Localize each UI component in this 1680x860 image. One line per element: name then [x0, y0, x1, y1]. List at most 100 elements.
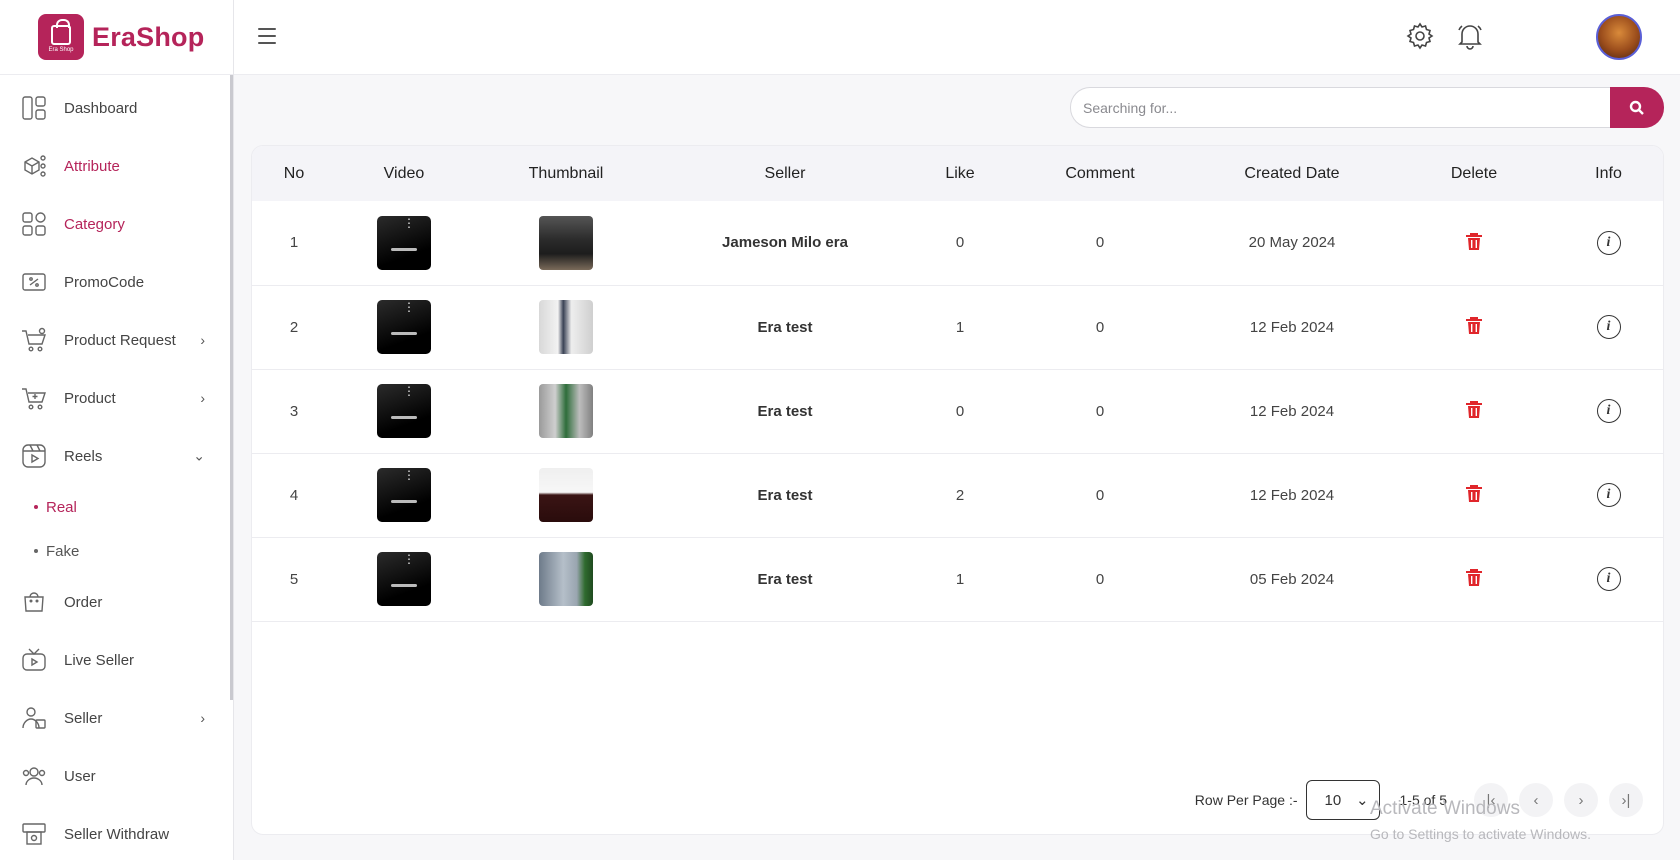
- col-header-delete: Delete: [1450, 164, 1498, 182]
- info-icon[interactable]: i: [1596, 483, 1621, 507]
- cell-created-date: 12 Feb 2024: [1249, 486, 1335, 504]
- sidebar-item-label: Seller Withdraw: [64, 825, 170, 843]
- hamburger-menu-icon[interactable]: [258, 28, 276, 44]
- sidebar-item-reels[interactable]: Reels ⌄: [0, 427, 233, 485]
- kebab-icon: ⋮: [403, 215, 415, 230]
- cell-seller: Jameson Milo era: [722, 234, 848, 252]
- sidebar-item-attribute[interactable]: Attribute: [0, 137, 233, 195]
- sidebar-subitem-real[interactable]: Real: [0, 485, 233, 529]
- thumbnail-image: [539, 552, 593, 606]
- video-preview[interactable]: ⋮: [377, 468, 431, 522]
- avatar[interactable]: [1596, 14, 1642, 60]
- cell-seller: Era test: [757, 486, 813, 504]
- kebab-icon: ⋮: [403, 384, 415, 398]
- sidebar-item-label: Product: [64, 389, 116, 407]
- cell-like: 1: [955, 318, 965, 336]
- col-header-no: No: [283, 164, 305, 182]
- trash-icon[interactable]: [1464, 401, 1484, 423]
- video-progress-bar: [391, 332, 417, 335]
- cell-comment: 0: [1095, 570, 1105, 588]
- cell-no: 1: [289, 234, 299, 252]
- watermark-subtitle: Go to Settings to activate Windows.: [1370, 826, 1591, 842]
- search-button[interactable]: [1610, 87, 1664, 128]
- search-input[interactable]: [1070, 87, 1610, 128]
- reels-icon: [20, 442, 48, 470]
- sidebar-subitem-label: Real: [46, 498, 77, 516]
- last-page-icon: ›|: [1621, 791, 1631, 809]
- cell-created-date: 05 Feb 2024: [1249, 570, 1335, 588]
- bell-icon[interactable]: [1456, 22, 1486, 52]
- cell-comment: 0: [1095, 318, 1105, 336]
- trash-icon[interactable]: [1464, 569, 1484, 591]
- cell-like: 2: [955, 486, 965, 504]
- table-row: 5 ⋮ Era test 1 0 05 Feb 2024 i: [252, 537, 1663, 621]
- chevron-right-icon: ›: [200, 710, 205, 726]
- gear-icon[interactable]: [1406, 22, 1436, 52]
- col-header-created-date: Created Date: [1244, 164, 1340, 182]
- sidebar: Era Shop EraShop Dashboard Attribute Cat…: [0, 0, 234, 860]
- info-icon[interactable]: i: [1596, 567, 1621, 591]
- col-header-thumbnail: Thumbnail: [528, 164, 604, 182]
- brand-logo[interactable]: Era Shop EraShop: [0, 0, 233, 75]
- sidebar-item-product[interactable]: Product ›: [0, 369, 233, 427]
- cell-comment: 0: [1095, 402, 1105, 420]
- brand-name: EraShop: [92, 21, 205, 52]
- table-header-row: No Video Thumbnail Seller Like Comment C…: [252, 146, 1663, 201]
- bullet-dot: [34, 549, 38, 553]
- col-header-like: Like: [945, 164, 975, 182]
- sidebar-item-promocode[interactable]: PromoCode: [0, 253, 233, 311]
- trash-icon[interactable]: [1464, 485, 1484, 507]
- shop-bag-icon: Era Shop: [38, 14, 84, 60]
- sidebar-item-seller[interactable]: Seller ›: [0, 689, 233, 747]
- trash-icon[interactable]: [1464, 232, 1484, 255]
- main-content: No Video Thumbnail Seller Like Comment C…: [251, 75, 1664, 860]
- reels-table-card: No Video Thumbnail Seller Like Comment C…: [251, 145, 1664, 835]
- cart-request-icon: [20, 326, 48, 354]
- seller-icon: [20, 704, 48, 732]
- video-preview[interactable]: ⋮: [377, 552, 431, 606]
- sidebar-item-category[interactable]: Category: [0, 195, 233, 253]
- sidebar-item-dashboard[interactable]: Dashboard: [0, 79, 233, 137]
- video-preview[interactable]: ⋮: [377, 384, 431, 438]
- trash-icon[interactable]: [1464, 317, 1484, 339]
- rows-per-page-select[interactable]: 10 ⌄: [1305, 780, 1380, 820]
- sidebar-item-label: Product Request: [64, 331, 176, 349]
- cell-created-date: 12 Feb 2024: [1249, 402, 1335, 420]
- col-header-comment: Comment: [1065, 164, 1135, 182]
- reels-table: No Video Thumbnail Seller Like Comment C…: [252, 146, 1663, 622]
- chevron-right-icon: ›: [200, 332, 205, 348]
- tv-icon: [20, 646, 48, 674]
- table-row: 3 ⋮ Era test 0 0 12 Feb 2024 i: [252, 369, 1663, 453]
- sidebar-item-seller-withdraw[interactable]: Seller Withdraw: [0, 805, 233, 860]
- sidebar-item-label: Seller: [64, 709, 103, 727]
- last-page-button[interactable]: ›|: [1609, 783, 1643, 817]
- promocode-icon: [20, 268, 48, 296]
- col-header-seller: Seller: [764, 164, 806, 182]
- video-progress-bar: [391, 247, 417, 251]
- sidebar-item-label: Live Seller: [64, 651, 135, 669]
- cell-created-date: 12 Feb 2024: [1249, 318, 1335, 336]
- cell-like: 0: [955, 234, 965, 252]
- sidebar-item-product-request[interactable]: Product Request ›: [0, 311, 233, 369]
- video-preview[interactable]: ⋮: [377, 300, 431, 354]
- sidebar-item-user[interactable]: User: [0, 747, 233, 805]
- info-icon[interactable]: i: [1596, 230, 1621, 255]
- info-icon[interactable]: i: [1596, 399, 1621, 423]
- sidebar-item-live-seller[interactable]: Live Seller: [0, 631, 233, 689]
- video-preview[interactable]: ⋮: [377, 215, 431, 270]
- chevron-down-icon: ⌄: [1355, 792, 1369, 809]
- sidebar-subitem-label: Fake: [46, 542, 80, 560]
- thumbnail-image: [539, 300, 593, 354]
- category-icon: [20, 210, 48, 238]
- cell-no: 3: [289, 402, 299, 420]
- thumbnail-image: [539, 468, 593, 522]
- info-icon[interactable]: i: [1596, 315, 1621, 339]
- bag-icon: [20, 588, 48, 616]
- sidebar-item-order[interactable]: Order: [0, 573, 233, 631]
- sidebar-subitem-fake[interactable]: Fake: [0, 529, 233, 573]
- watermark-title: Activate Windows: [1370, 798, 1520, 819]
- cart-icon: [20, 384, 48, 412]
- cell-no: 2: [289, 318, 299, 336]
- cell-comment: 0: [1095, 234, 1105, 252]
- users-icon: [20, 762, 48, 790]
